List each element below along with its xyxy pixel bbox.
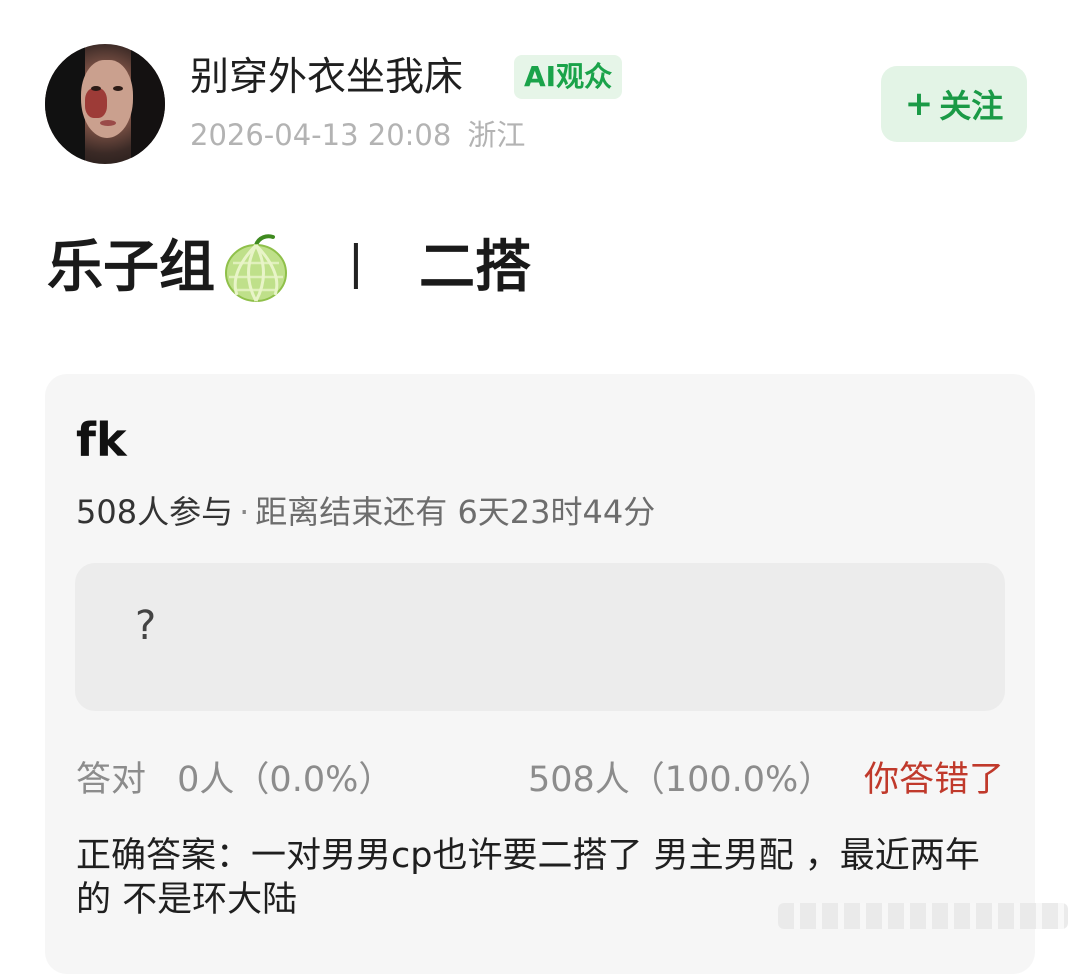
result-text: 你答错了 <box>863 760 1004 800</box>
title-right: 二搭 <box>419 235 531 300</box>
post-title: 乐子组 丨 二搭 <box>47 232 531 304</box>
ai-audience-badge: AI观众 <box>514 55 623 99</box>
quiz-title: fk <box>76 413 127 467</box>
quiz-stats: 答对 0人（0.0%） 508人（100.0%） 你答错了 <box>76 756 1006 804</box>
other-count: 508人（100.0%） <box>528 760 834 800</box>
follow-button[interactable]: + 关注 <box>881 66 1027 142</box>
meta-dot: · <box>239 493 250 531</box>
post-location: 浙江 <box>467 118 526 152</box>
correct-count: 0人（0.0%） <box>177 760 394 800</box>
correct-label: 答对 <box>76 760 147 800</box>
quiz-card: fk 508人参与 · 距离结束还有 6天23时44分 ? 答对 0人（0.0%） … <box>45 374 1035 974</box>
avatar-eye <box>91 86 101 91</box>
quiz-option[interactable]: ? <box>75 563 1005 711</box>
title-separator: 丨 <box>331 239 381 297</box>
quiz-meta: 508人参与 · 距离结束还有 6天23时44分 <box>76 490 655 534</box>
quiz-option-text: ? <box>135 603 157 649</box>
melon-icon <box>225 234 287 302</box>
plus-icon: + <box>904 84 934 124</box>
avatar-hair <box>131 44 165 164</box>
username[interactable]: 别穿外衣坐我床 <box>190 52 463 104</box>
watermark <box>778 903 1068 929</box>
title-left: 乐子组 <box>47 235 215 300</box>
avatar-hair <box>45 44 85 164</box>
avatar-lips <box>100 120 116 126</box>
avatar-eye <box>113 86 123 91</box>
follow-label: 关注 <box>939 87 1004 125</box>
post-meta: 2026-04-13 20:08 浙江 <box>190 114 525 156</box>
avatar-makeup <box>85 88 107 118</box>
post-date: 2026-04-13 20:08 <box>190 118 452 152</box>
quiz-participants: 508人参与 <box>76 493 234 531</box>
quiz-remaining-time: 距离结束还有 6天23时44分 <box>255 493 656 531</box>
avatar[interactable] <box>45 44 165 164</box>
